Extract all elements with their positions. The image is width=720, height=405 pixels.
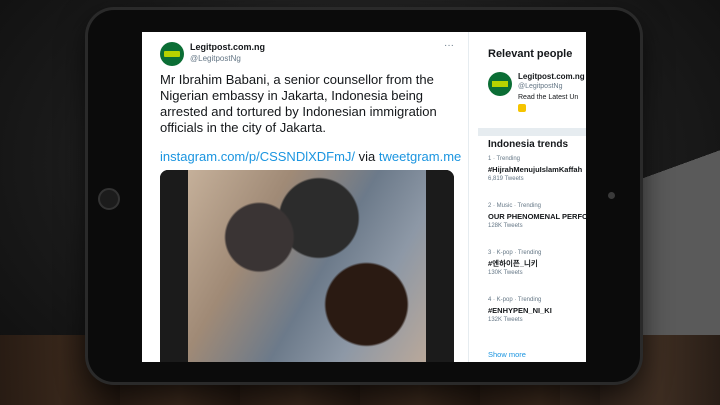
trend-count: 6,819 Tweets bbox=[488, 176, 524, 182]
relevant-person-name[interactable]: Legitpost.com.ng bbox=[518, 72, 585, 81]
trend-tag: #ENHYPEN_NI_KI bbox=[488, 306, 552, 315]
via-label: via bbox=[358, 149, 376, 164]
video-frame bbox=[188, 170, 426, 362]
emoji-icon bbox=[518, 104, 526, 112]
trend-count: 132K Tweets bbox=[488, 317, 523, 323]
section-divider bbox=[478, 128, 586, 136]
trend-tag: #엔하이픈_니키 bbox=[488, 259, 538, 268]
relevant-person-handle[interactable]: @LegitpostNg bbox=[518, 83, 562, 90]
ellipsis-icon[interactable]: ··· bbox=[444, 40, 454, 51]
trend-item[interactable]: 1 · Trending #HijrahMenujuIslamKaffah 6,… bbox=[488, 155, 586, 184]
trend-tag: #HijrahMenujuIslamKaffah bbox=[488, 165, 583, 174]
relevant-person-avatar[interactable] bbox=[488, 72, 512, 96]
trend-item[interactable]: 3 · K-pop · Trending #엔하이픈_니키 130K Tweet… bbox=[488, 249, 586, 278]
tablet-screen: Legitpost.com.ng @LegitpostNg ··· Mr Ibr… bbox=[142, 32, 586, 362]
show-more-link[interactable]: Show more bbox=[488, 350, 526, 359]
tweet-link-line: instagram.com/p/CSSNDlXDFmJ/ via tweetgr… bbox=[160, 149, 461, 164]
trend-item[interactable]: 4 · K-pop · Trending #ENHYPEN_NI_KI 132K… bbox=[488, 296, 586, 325]
tweet-media-video[interactable] bbox=[160, 170, 454, 362]
media-letterbox-left bbox=[160, 170, 188, 362]
logo-mark bbox=[492, 81, 508, 87]
trend-meta: 1 · Trending bbox=[488, 156, 521, 162]
media-letterbox-right bbox=[426, 170, 454, 362]
trend-meta: 2 · Music · Trending bbox=[488, 203, 542, 209]
right-sidebar: Relevant people Legitpost.com.ng @Legitp… bbox=[478, 32, 586, 362]
camera-icon bbox=[608, 192, 615, 199]
logo-mark bbox=[164, 51, 180, 57]
tweet-card: Legitpost.com.ng @LegitpostNg ··· Mr Ibr… bbox=[142, 32, 469, 362]
relevant-person-bio: Read the Latest Un bbox=[518, 94, 579, 101]
trend-tag: OUR PHENOMENAL PERFO bbox=[488, 212, 586, 221]
author-handle[interactable]: @LegitpostNg bbox=[190, 54, 241, 63]
trend-meta: 4 · K-pop · Trending bbox=[488, 297, 542, 303]
tweetgram-link[interactable]: tweetgram.me bbox=[379, 149, 461, 164]
trend-meta: 3 · K-pop · Trending bbox=[488, 250, 542, 256]
relevant-people-title: Relevant people bbox=[488, 48, 573, 60]
home-button[interactable] bbox=[98, 188, 120, 210]
instagram-link[interactable]: instagram.com/p/CSSNDlXDFmJ/ bbox=[160, 149, 355, 164]
tweet-text: Mr Ibrahim Babani, a senior counsellor f… bbox=[160, 72, 437, 135]
trend-count: 130K Tweets bbox=[488, 270, 523, 276]
trend-count: 128K Tweets bbox=[488, 223, 523, 229]
trend-item[interactable]: 2 · Music · Trending OUR PHENOMENAL PERF… bbox=[488, 202, 586, 231]
author-name[interactable]: Legitpost.com.ng bbox=[190, 42, 265, 52]
trends-title: Indonesia trends bbox=[488, 139, 569, 150]
avatar[interactable] bbox=[160, 42, 184, 66]
